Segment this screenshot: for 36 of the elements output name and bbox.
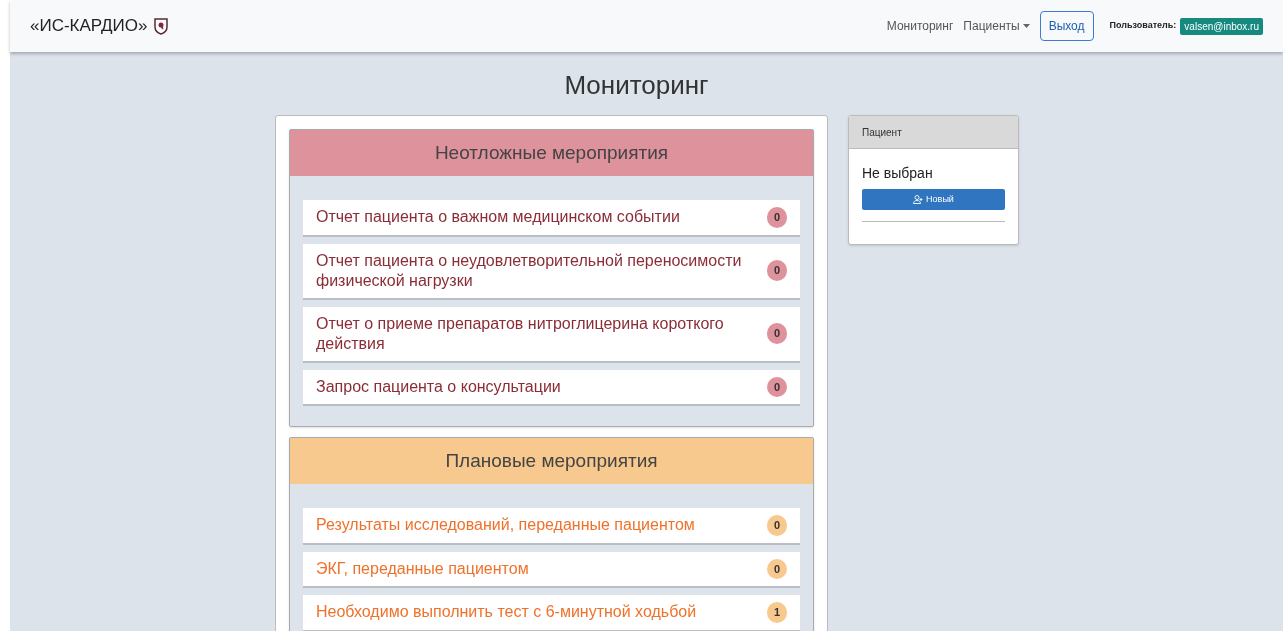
event-row[interactable]: Необходимо выполнить тест с 6-минутной ходьбой 1 [303,595,800,631]
event-row[interactable]: ЭКГ, переданные пациентом 0 [303,551,800,588]
event-row[interactable]: Отчет пациента о важном медицинском событии 0 [303,200,800,237]
event-label: ЭКГ, переданные пациентом [316,558,530,579]
event-label: Запрос пациента о консультации [316,376,562,397]
event-label: Результаты исследований, переданные пациентом [316,515,696,536]
event-label: Отчет о приеме препаратов нитроглицерина короткого действия [316,313,725,354]
event-row[interactable]: Запрос пациента о консультации 0 [303,369,800,406]
section-header: Плановые мероприятия [290,438,813,484]
event-label: Отчет пациента о неудовлетворительной переносимости физической нагрузки [316,250,743,291]
event-row[interactable]: Отчет пациента о неудовлетворительной переносимости физической нагрузки 0 [303,243,800,300]
count-badge: 0 [766,207,787,228]
shield-logo-icon [153,17,170,35]
user-email: valsen@inbox.ru [1180,17,1263,35]
patient-card-header: Пациент [849,116,1018,149]
count-badge: 0 [766,260,787,281]
nav-link[interactable]: Пациенты [963,17,1030,35]
event-row[interactable]: Результаты исследований, переданные пациентом 0 [303,508,800,545]
add-user-icon [913,195,924,204]
page-title: Мониторинг [563,69,710,102]
user-label: Пользователь: [1109,19,1177,33]
caret-icon [1022,24,1030,28]
section-header: Неотложные мероприятия [290,130,813,176]
count-badge: 0 [766,515,787,536]
event-label: Отчет пациента о важном медицинском событии [316,207,681,228]
count-badge: 0 [766,323,787,344]
brand-title[interactable]: «ИС-КАРДИО» [30,13,148,39]
logout-button[interactable]: Выход [1039,11,1094,41]
event-row[interactable]: Отчет о приеме препаратов нитроглицерина короткого действия 0 [303,306,800,363]
count-badge: 0 [766,376,787,397]
patient-status: Не выбран [862,164,934,183]
new-patient-button[interactable]: Новый [862,189,1005,210]
nav-link[interactable]: Мониторинг [886,17,954,35]
count-badge: 1 [766,602,787,623]
count-badge: 0 [766,558,787,579]
event-label: Необходимо выполнить тест с 6-минутной ходьбой [316,602,698,623]
